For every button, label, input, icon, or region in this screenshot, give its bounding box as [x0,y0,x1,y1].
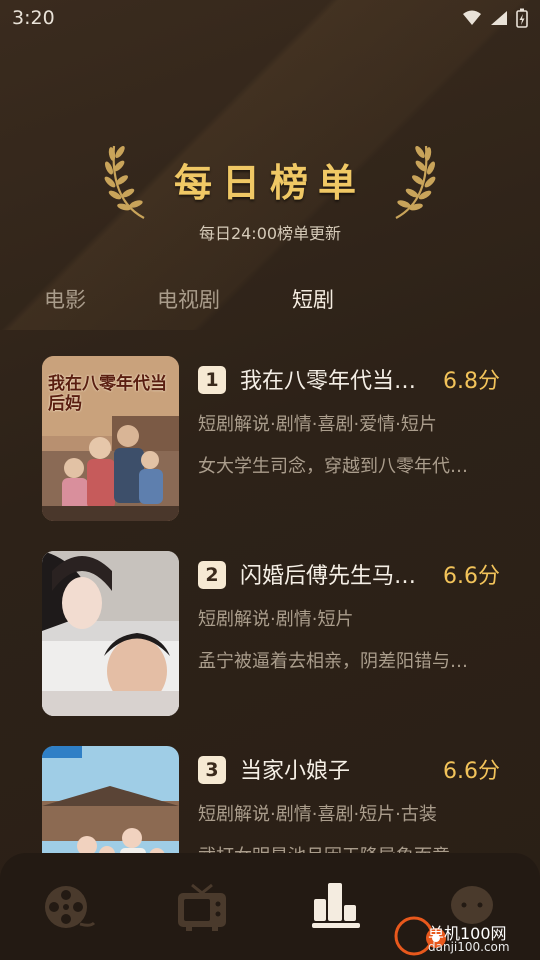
item-description: 女大学生司念，穿越到八零年代… [198,456,468,477]
status-icons [462,8,528,28]
watermark-url: danji100.com [428,940,510,954]
rank-badge: 2 [198,561,226,589]
nav-ranking[interactable] [308,879,364,935]
poster-image [42,551,179,716]
item-score: 6.6分 [443,759,500,784]
nav-tv[interactable] [174,879,230,935]
item-title: 当家小娘子 [240,759,351,784]
nav-movies[interactable] [40,879,96,935]
wifi-icon [463,10,481,25]
tab-movie[interactable]: 电影 [44,284,86,314]
rank-badge: 1 [198,366,226,394]
item-title: 闪婚后傅先生马… [240,564,417,589]
poster-title-text: 我在八零年代当后妈 [48,374,167,414]
ranking-list: 我在八零年代当后妈 1 我在八零年代当… 6.8分 短剧解说·剧情·喜剧·爱情·… [0,350,540,855]
battery-icon [516,8,528,28]
item-title: 我在八零年代当… [240,369,417,394]
item-tags: 短剧解说·剧情·喜剧·短片·古装 [198,804,437,825]
poster-image [42,746,179,855]
tab-tv-series[interactable]: 电视剧 [157,284,220,314]
update-note: 每日24:00榜单更新 [198,224,342,243]
ranking-icon [312,883,360,928]
item-tags: 短剧解说·剧情·短片 [198,609,354,630]
list-item[interactable]: 3 当家小娘子 6.6分 短剧解说·剧情·喜剧·短片·古装 武打女明星池月因天降… [0,740,540,855]
ranking-header: 每日榜单 每日24:00榜单更新 [0,130,540,250]
item-description: 孟宁被逼着去相亲，阴差阳错与… [198,651,468,672]
item-tags: 短剧解说·剧情·喜剧·爱情·短片 [198,414,437,435]
tab-short-drama[interactable]: 短剧 [292,284,334,314]
signal-icon [491,11,507,25]
page-title: 每日榜单 [173,160,366,205]
rank-badge: 3 [198,756,226,784]
status-bar: 3:20 [0,0,540,36]
item-score: 6.8分 [443,369,500,394]
tv-icon [178,883,226,931]
status-time: 3:20 [12,7,55,29]
film-reel-icon [45,886,96,928]
poster-image: 我在八零年代当后妈 [42,356,179,521]
item-score: 6.6分 [443,564,500,589]
list-item[interactable]: 我在八零年代当后妈 1 我在八零年代当… 6.8分 短剧解说·剧情·喜剧·爱情·… [0,350,540,521]
category-tabs: 电影 电视剧 短剧 [0,278,540,322]
list-item[interactable]: 2 闪婚后傅先生马… 6.6分 短剧解说·剧情·短片 孟宁被逼着去相亲，阴差阳错… [0,545,540,716]
laurel-right-icon [395,145,436,219]
